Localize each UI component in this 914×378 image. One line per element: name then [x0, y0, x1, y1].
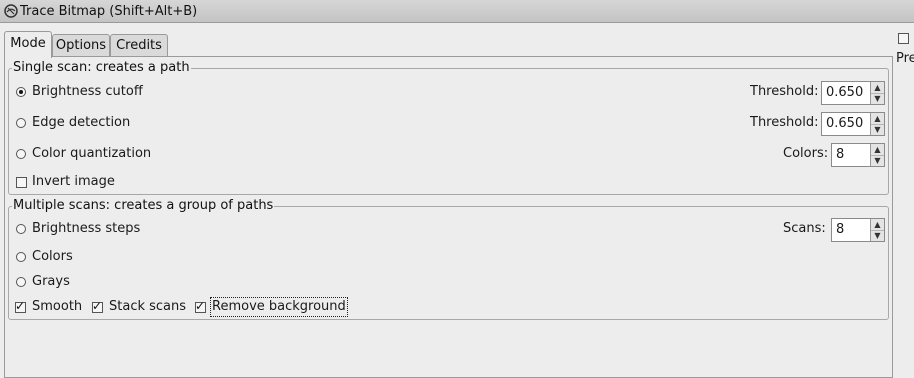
color-quantization-label: Color quantization: [32, 146, 152, 161]
multiple-scans-legend: Multiple scans: creates a group of paths: [12, 198, 275, 214]
stack-scans-checkbox[interactable]: ✓: [92, 299, 103, 313]
tab-options-label: Options: [55, 38, 107, 53]
edge-threshold-label: Threshold:: [750, 115, 819, 130]
colors-count-spinner[interactable]: 8 ▲ ▼: [831, 143, 885, 167]
checkmark-icon: ✓: [15, 299, 26, 313]
brightness-threshold-label: Threshold:: [750, 84, 819, 99]
tab-credits-label: Credits: [116, 38, 162, 53]
scans-value: 8: [836, 222, 845, 237]
tab-options[interactable]: Options: [52, 34, 110, 57]
checkmark-icon: ✓: [195, 299, 206, 313]
multi-colors-label: Colors: [32, 249, 73, 264]
scans-label: Scans:: [783, 221, 826, 236]
trace-bitmap-icon: [3, 3, 19, 19]
brightness-threshold-spinner[interactable]: 0.650 ▲ ▼: [821, 81, 885, 105]
spinner-arrows: ▲ ▼: [870, 113, 884, 135]
multi-colors-radio[interactable]: [16, 252, 26, 262]
window-title: Trace Bitmap (Shift+Alt+B): [20, 3, 198, 19]
grays-label: Grays: [32, 274, 70, 289]
brightness-steps-radio[interactable]: [16, 224, 26, 234]
arrow-down-icon[interactable]: ▼: [871, 155, 884, 166]
edge-detection-label: Edge detection: [32, 115, 131, 130]
spinner-arrows: ▲ ▼: [870, 144, 884, 166]
remove-background-label: Remove background: [210, 297, 348, 317]
brightness-cutoff-label: Brightness cutoff: [32, 84, 143, 99]
colors-count-value: 8: [836, 147, 845, 162]
scans-spinner[interactable]: 8 ▲ ▼: [831, 218, 885, 242]
smooth-checkbox[interactable]: ✓: [15, 299, 26, 313]
invert-image-checkbox[interactable]: [16, 177, 27, 188]
arrow-down-icon[interactable]: ▼: [871, 93, 884, 104]
brightness-steps-label: Brightness steps: [32, 221, 141, 236]
brightness-threshold-value: 0.650: [826, 85, 864, 100]
color-quantization-radio[interactable]: [16, 149, 26, 159]
smooth-label: Smooth: [32, 299, 83, 314]
arrow-down-icon[interactable]: ▼: [871, 230, 884, 241]
tab-credits[interactable]: Credits: [110, 34, 168, 57]
stack-scans-label: Stack scans: [109, 299, 187, 314]
single-scan-frame: Single scan: creates a path Brightness c…: [8, 60, 889, 195]
tab-mode-label: Mode: [10, 36, 46, 51]
colors-count-label: Colors:: [783, 146, 829, 161]
window-titlebar: Trace Bitmap (Shift+Alt+B): [0, 0, 914, 23]
tab-mode[interactable]: Mode: [4, 31, 52, 58]
arrow-down-icon[interactable]: ▼: [871, 124, 884, 135]
edge-detection-radio[interactable]: [16, 118, 26, 128]
preview-label: Pre: [896, 51, 914, 66]
checkmark-icon: ✓: [92, 299, 103, 313]
preview-checkbox[interactable]: [898, 33, 909, 44]
mode-panel: Single scan: creates a path Brightness c…: [4, 56, 893, 378]
brightness-cutoff-radio[interactable]: [16, 87, 26, 97]
multiple-scans-frame: Multiple scans: creates a group of paths…: [8, 198, 889, 320]
invert-image-label: Invert image: [32, 174, 115, 189]
spinner-arrows: ▲ ▼: [870, 219, 884, 241]
edge-threshold-spinner[interactable]: 0.650 ▲ ▼: [821, 112, 885, 136]
remove-background-checkbox[interactable]: ✓: [195, 299, 206, 313]
edge-threshold-value: 0.650: [826, 116, 864, 131]
grays-radio[interactable]: [16, 277, 26, 287]
spinner-arrows: ▲ ▼: [870, 82, 884, 104]
single-scan-legend: Single scan: creates a path: [12, 60, 191, 76]
